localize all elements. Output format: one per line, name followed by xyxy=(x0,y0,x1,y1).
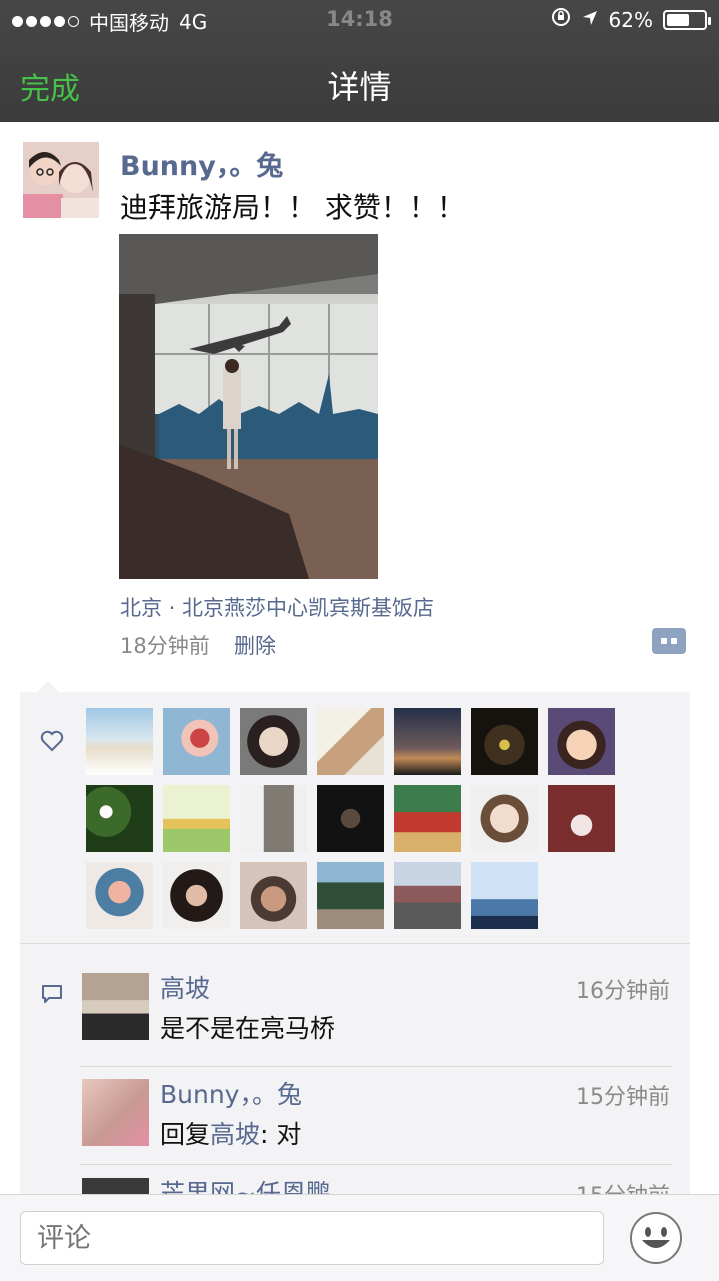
like-avatar[interactable] xyxy=(394,708,461,775)
like-avatar[interactable] xyxy=(163,785,230,852)
post-photo[interactable] xyxy=(119,234,378,579)
like-avatar[interactable] xyxy=(317,785,384,852)
like-avatar[interactable] xyxy=(471,862,538,929)
reply-prefix: 回复 xyxy=(160,1120,211,1149)
reply-text: : 对 xyxy=(260,1120,302,1149)
author-avatar[interactable] xyxy=(23,142,99,218)
comment-separator xyxy=(80,1164,672,1165)
heart-icon xyxy=(40,730,64,756)
emoji-button[interactable] xyxy=(629,1211,683,1265)
post-text: 迪拜旅游局！！ 求赞！！！ xyxy=(120,191,465,224)
commenter-avatar[interactable] xyxy=(82,973,149,1040)
battery-percent: 62% xyxy=(608,7,653,32)
comment-bar xyxy=(0,1194,719,1281)
likes-comments-panel: 高坡 16分钟前 是不是在亮马桥 Bunny，。兔 15分钟前 回复高坡: 对 … xyxy=(20,692,690,1245)
nav-bar: 完成 详情 xyxy=(0,40,719,122)
page-title: 详情 xyxy=(327,68,392,106)
like-avatar[interactable] xyxy=(86,862,153,929)
top-bar: 中国移动 4G 14:18 62% 完成 详情 xyxy=(0,0,719,122)
comment-text: 是不是在亮马桥 xyxy=(160,1014,336,1043)
location-arrow-icon xyxy=(581,8,599,32)
comment-text: 回复高坡: 对 xyxy=(160,1115,301,1151)
panel-divider xyxy=(20,943,690,944)
author-name[interactable]: Bunny，。兔 xyxy=(120,144,283,183)
like-avatar[interactable] xyxy=(86,708,153,775)
more-actions-button[interactable] xyxy=(652,628,686,654)
commenter-name[interactable]: 高坡 xyxy=(160,969,210,1005)
like-avatar[interactable] xyxy=(548,708,615,775)
like-avatar[interactable] xyxy=(317,708,384,775)
like-avatar[interactable] xyxy=(240,708,307,775)
rotation-lock-icon xyxy=(551,7,571,32)
like-avatar[interactable] xyxy=(394,862,461,929)
battery-icon xyxy=(663,9,711,30)
like-avatar[interactable] xyxy=(163,862,230,929)
reply-to-name[interactable]: 高坡 xyxy=(210,1120,260,1149)
location-link[interactable]: 北京 · 北京燕莎中心凯宾斯基饭店 xyxy=(120,592,434,622)
comment-input[interactable] xyxy=(20,1211,604,1265)
like-avatar[interactable] xyxy=(163,708,230,775)
like-avatar[interactable] xyxy=(548,785,615,852)
comment-time: 16分钟前 xyxy=(576,979,670,1004)
comment-icon xyxy=(41,984,63,1008)
like-avatar[interactable] xyxy=(240,785,307,852)
like-avatar[interactable] xyxy=(240,862,307,929)
commenter-name[interactable]: Bunny，。兔 xyxy=(160,1075,302,1111)
like-avatar[interactable] xyxy=(471,708,538,775)
comment-separator xyxy=(80,1066,672,1067)
like-avatar[interactable] xyxy=(86,785,153,852)
like-avatar[interactable] xyxy=(471,785,538,852)
status-bar: 中国移动 4G 14:18 62% xyxy=(0,0,719,40)
like-avatar[interactable] xyxy=(317,862,384,929)
commenter-avatar[interactable] xyxy=(82,1079,149,1146)
delete-link[interactable]: 删除 xyxy=(234,630,276,660)
post-time: 18分钟前 xyxy=(120,634,210,658)
comment-time: 15分钟前 xyxy=(576,1085,670,1110)
like-avatar[interactable] xyxy=(394,785,461,852)
